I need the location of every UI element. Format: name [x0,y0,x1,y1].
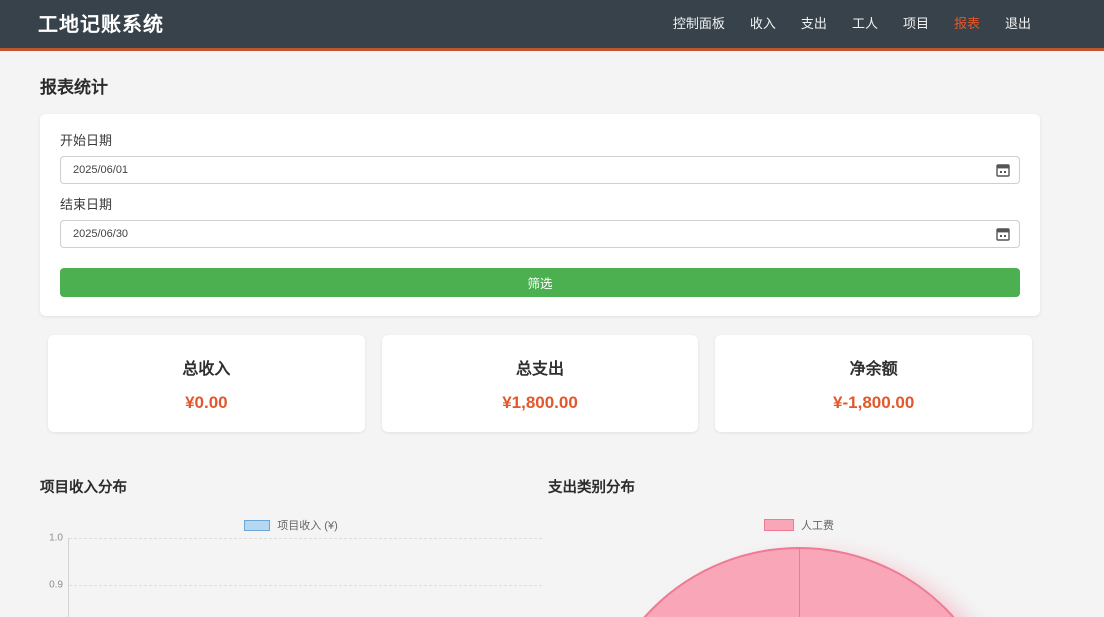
calendar-icon[interactable] [996,163,1010,177]
filter-button[interactable]: 筛选 [60,268,1020,297]
summary-row: 总收入 ¥0.00 总支出 ¥1,800.00 净余额 ¥-1,800.00 [40,335,1040,432]
end-date-label: 结束日期 [60,194,1020,213]
charts-row: 项目收入分布 项目收入 (¥) 1.0 0.9 0.8 支出类别分布 人工费 [40,476,1050,617]
bar-chart-plot: 1.0 0.9 0.8 [68,538,542,617]
calendar-icon[interactable] [996,227,1010,241]
nav-item-workers[interactable]: 工人 [852,13,878,32]
page-title: 报表统计 [40,73,1104,98]
bar-chart-legend[interactable]: 项目收入 (¥) [40,517,542,533]
summary-card-income: 总收入 ¥0.00 [48,335,365,432]
bar-chart-title: 项目收入分布 [40,476,542,497]
income-legend-label: 项目收入 (¥) [277,517,338,533]
main-content: 报表统计 开始日期 结束日期 [0,51,1104,617]
gridline [69,585,542,586]
app-title: 工地记账系统 [38,8,164,37]
income-bar-chart-section: 项目收入分布 项目收入 (¥) 1.0 0.9 0.8 [40,476,542,617]
nav-item-income[interactable]: 收入 [750,13,776,32]
start-date-input[interactable] [60,156,1020,184]
summary-card-title: 总收入 [182,355,230,379]
summary-card-value: ¥1,800.00 [502,393,578,413]
pie-chart-plot [548,538,1050,617]
income-legend-swatch [244,520,270,531]
nav-item-expense[interactable]: 支出 [801,13,827,32]
nav-item-reports[interactable]: 报表 [954,13,980,32]
nav-item-projects[interactable]: 项目 [903,13,929,32]
app-header: 工地记账系统 控制面板 收入 支出 工人 项目 报表 退出 [0,0,1104,51]
end-date-input[interactable] [60,220,1020,248]
nav-item-dashboard[interactable]: 控制面板 [673,13,725,32]
summary-card-expense: 总支出 ¥1,800.00 [382,335,699,432]
pie-slice-labor [591,547,1007,617]
summary-card-value: ¥-1,800.00 [833,393,914,413]
summary-card-title: 总支出 [516,355,564,379]
main-nav: 控制面板 收入 支出 工人 项目 报表 退出 [673,13,1031,32]
pie-chart-legend[interactable]: 人工费 [548,517,1050,533]
start-date-field [60,156,1020,184]
expense-pie-chart-section: 支出类别分布 人工费 [548,476,1050,617]
summary-card-balance: 净余额 ¥-1,800.00 [715,335,1032,432]
pie-slice-divider [799,549,800,617]
labor-legend-swatch [764,519,794,531]
y-axis-tick: 0.9 [39,580,63,591]
gridline [69,538,542,539]
summary-card-title: 净余额 [850,355,898,379]
start-date-label: 开始日期 [60,130,1020,149]
y-axis-tick: 1.0 [39,533,63,544]
pie-chart-title: 支出类别分布 [548,476,1050,497]
nav-item-logout[interactable]: 退出 [1005,13,1031,32]
summary-card-value: ¥0.00 [185,393,228,413]
filter-card: 开始日期 结束日期 [40,114,1040,316]
end-date-field [60,220,1020,248]
labor-legend-label: 人工费 [801,517,834,533]
